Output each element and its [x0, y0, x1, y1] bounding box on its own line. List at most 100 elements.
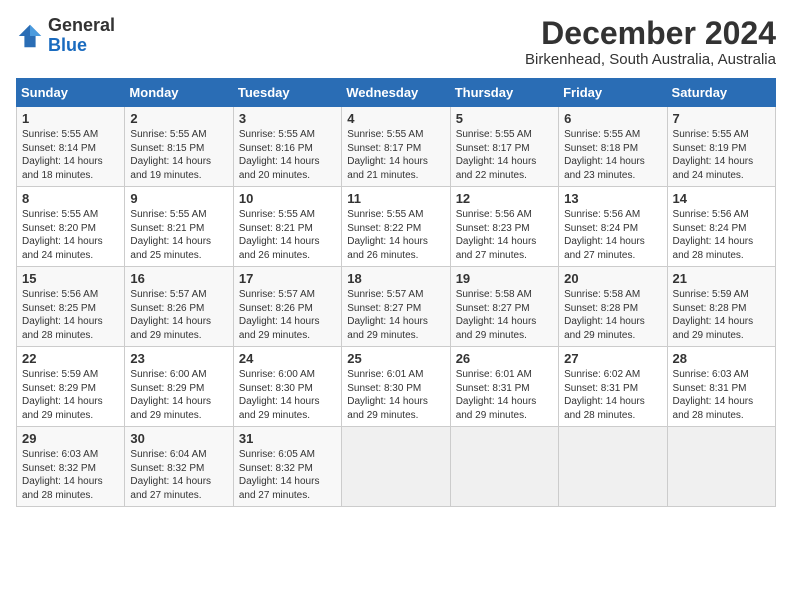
day-info: Sunrise: 5:55 AMSunset: 8:18 PMDaylight:…	[564, 128, 661, 182]
table-row: 22Sunrise: 5:59 AMSunset: 8:29 PMDayligh…	[17, 347, 125, 427]
calendar-week-row: 15 Sunrise: 5:56 AMSunset: 8:25 PMDayligh…	[17, 267, 776, 347]
day-info: Sunrise: 5:57 AMSunset: 8:26 PMDaylight:…	[239, 288, 336, 342]
table-row: 25 Sunrise: 6:01 AMSunset: 8:30 PMDayligh…	[342, 347, 450, 427]
day-number: 3	[239, 111, 336, 126]
day-info: Sunrise: 5:55 AMSunset: 8:15 PMDaylight:…	[130, 128, 227, 182]
table-row: 17Sunrise: 5:57 AMSunset: 8:26 PMDayligh…	[233, 267, 341, 347]
table-row: 13Sunrise: 5:56 AMSunset: 8:24 PMDayligh…	[559, 187, 667, 267]
day-info: Sunrise: 6:04 AMSunset: 8:32 PMDaylight:…	[130, 448, 227, 502]
day-info: Sunrise: 6:00 AMSunset: 8:30 PMDaylight:…	[239, 368, 336, 422]
table-row: 9Sunrise: 5:55 AMSunset: 8:21 PMDaylight…	[125, 187, 233, 267]
day-number: 19	[456, 271, 553, 286]
calendar-table: Sunday Monday Tuesday Wednesday Thursday…	[16, 78, 776, 507]
day-number: 18	[347, 271, 444, 286]
table-row: 27Sunrise: 6:02 AMSunset: 8:31 PMDayligh…	[559, 347, 667, 427]
table-row: 11 Sunrise: 5:55 AMSunset: 8:22 PMDayligh…	[342, 187, 450, 267]
day-info: Sunrise: 5:57 AMSunset: 8:26 PMDaylight:…	[130, 288, 227, 342]
header-monday: Monday	[125, 79, 233, 107]
day-info: Sunrise: 6:01 AMSunset: 8:31 PMDaylight:…	[456, 368, 553, 422]
table-row	[667, 427, 775, 507]
header-sunday: Sunday	[17, 79, 125, 107]
table-row: 19 Sunrise: 5:58 AMSunset: 8:27 PMDayligh…	[450, 267, 558, 347]
day-number: 31	[239, 431, 336, 446]
day-info: Sunrise: 6:05 AMSunset: 8:32 PMDaylight:…	[239, 448, 336, 502]
logo-text: General Blue	[48, 16, 115, 56]
day-info: Sunrise: 5:55 AMSunset: 8:17 PMDaylight:…	[456, 128, 553, 182]
day-info: Sunrise: 6:01 AMSunset: 8:30 PMDaylight:…	[347, 368, 444, 422]
day-info: Sunrise: 5:55 AMSunset: 8:17 PMDaylight:…	[347, 128, 444, 182]
day-info: Sunrise: 5:55 AMSunset: 8:19 PMDaylight:…	[673, 128, 770, 182]
table-row: 16Sunrise: 5:57 AMSunset: 8:26 PMDayligh…	[125, 267, 233, 347]
calendar-header-row: Sunday Monday Tuesday Wednesday Thursday…	[17, 79, 776, 107]
day-number: 5	[456, 111, 553, 126]
day-number: 14	[673, 191, 770, 206]
table-row: 28 Sunrise: 6:03 AMSunset: 8:31 PMDayligh…	[667, 347, 775, 427]
table-row: 2 Sunrise: 5:55 AMSunset: 8:15 PMDaylight…	[125, 107, 233, 187]
table-row: 7 Sunrise: 5:55 AMSunset: 8:19 PMDaylight…	[667, 107, 775, 187]
day-info: Sunrise: 5:55 AMSunset: 8:22 PMDaylight:…	[347, 208, 444, 262]
day-number: 7	[673, 111, 770, 126]
calendar-subtitle: Birkenhead, South Australia, Australia	[525, 51, 776, 68]
day-info: Sunrise: 5:56 AMSunset: 8:24 PMDaylight:…	[564, 208, 661, 262]
table-row: 26 Sunrise: 6:01 AMSunset: 8:31 PMDayligh…	[450, 347, 558, 427]
day-info: Sunrise: 5:55 AMSunset: 8:20 PMDaylight:…	[22, 208, 119, 262]
header-tuesday: Tuesday	[233, 79, 341, 107]
day-number: 15	[22, 271, 119, 286]
day-info: Sunrise: 6:00 AMSunset: 8:29 PMDaylight:…	[130, 368, 227, 422]
table-row: 21 Sunrise: 5:59 AMSunset: 8:28 PMDayligh…	[667, 267, 775, 347]
day-number: 29	[22, 431, 119, 446]
day-info: Sunrise: 5:57 AMSunset: 8:27 PMDaylight:…	[347, 288, 444, 342]
logo: General Blue	[16, 16, 115, 56]
title-block: December 2024 Birkenhead, South Australi…	[525, 16, 776, 68]
table-row: 1Sunrise: 5:55 AMSunset: 8:14 PMDaylight…	[17, 107, 125, 187]
day-info: Sunrise: 5:55 AMSunset: 8:21 PMDaylight:…	[239, 208, 336, 262]
page-header: General Blue December 2024 Birkenhead, S…	[16, 16, 776, 68]
calendar-week-row: 22Sunrise: 5:59 AMSunset: 8:29 PMDayligh…	[17, 347, 776, 427]
day-number: 23	[130, 351, 227, 366]
logo-icon	[16, 22, 44, 50]
calendar-week-row: 1Sunrise: 5:55 AMSunset: 8:14 PMDaylight…	[17, 107, 776, 187]
day-number: 25	[347, 351, 444, 366]
day-number: 8	[22, 191, 119, 206]
day-number: 6	[564, 111, 661, 126]
table-row: 18 Sunrise: 5:57 AMSunset: 8:27 PMDayligh…	[342, 267, 450, 347]
day-info: Sunrise: 5:56 AMSunset: 8:25 PMDaylight:…	[22, 288, 119, 342]
day-number: 20	[564, 271, 661, 286]
day-info: Sunrise: 5:55 AMSunset: 8:21 PMDaylight:…	[130, 208, 227, 262]
table-row: 10 Sunrise: 5:55 AMSunset: 8:21 PMDayligh…	[233, 187, 341, 267]
day-number: 1	[22, 111, 119, 126]
day-number: 24	[239, 351, 336, 366]
day-number: 26	[456, 351, 553, 366]
day-info: Sunrise: 5:58 AMSunset: 8:27 PMDaylight:…	[456, 288, 553, 342]
table-row: 3Sunrise: 5:55 AMSunset: 8:16 PMDaylight…	[233, 107, 341, 187]
calendar-week-row: 8 Sunrise: 5:55 AMSunset: 8:20 PMDaylight…	[17, 187, 776, 267]
day-number: 21	[673, 271, 770, 286]
table-row: 14 Sunrise: 5:56 AMSunset: 8:24 PMDayligh…	[667, 187, 775, 267]
day-number: 11	[347, 191, 444, 206]
day-number: 30	[130, 431, 227, 446]
day-info: Sunrise: 5:59 AMSunset: 8:28 PMDaylight:…	[673, 288, 770, 342]
day-info: Sunrise: 5:56 AMSunset: 8:24 PMDaylight:…	[673, 208, 770, 262]
table-row: 30 Sunrise: 6:04 AMSunset: 8:32 PMDayligh…	[125, 427, 233, 507]
table-row: 6 Sunrise: 5:55 AMSunset: 8:18 PMDaylight…	[559, 107, 667, 187]
table-row: 29Sunrise: 6:03 AMSunset: 8:32 PMDayligh…	[17, 427, 125, 507]
table-row: 15 Sunrise: 5:56 AMSunset: 8:25 PMDayligh…	[17, 267, 125, 347]
day-number: 28	[673, 351, 770, 366]
logo-general: General	[48, 15, 115, 35]
table-row: 23 Sunrise: 6:00 AMSunset: 8:29 PMDayligh…	[125, 347, 233, 427]
calendar-week-row: 29Sunrise: 6:03 AMSunset: 8:32 PMDayligh…	[17, 427, 776, 507]
table-row: 4 Sunrise: 5:55 AMSunset: 8:17 PMDaylight…	[342, 107, 450, 187]
table-row	[450, 427, 558, 507]
logo-blue: Blue	[48, 35, 87, 55]
header-thursday: Thursday	[450, 79, 558, 107]
day-number: 10	[239, 191, 336, 206]
table-row: 24 Sunrise: 6:00 AMSunset: 8:30 PMDayligh…	[233, 347, 341, 427]
table-row: 12Sunrise: 5:56 AMSunset: 8:23 PMDayligh…	[450, 187, 558, 267]
day-number: 2	[130, 111, 227, 126]
calendar-title: December 2024	[525, 16, 776, 51]
day-info: Sunrise: 6:03 AMSunset: 8:31 PMDaylight:…	[673, 368, 770, 422]
day-info: Sunrise: 5:59 AMSunset: 8:29 PMDaylight:…	[22, 368, 119, 422]
day-info: Sunrise: 6:02 AMSunset: 8:31 PMDaylight:…	[564, 368, 661, 422]
day-number: 4	[347, 111, 444, 126]
table-row	[559, 427, 667, 507]
